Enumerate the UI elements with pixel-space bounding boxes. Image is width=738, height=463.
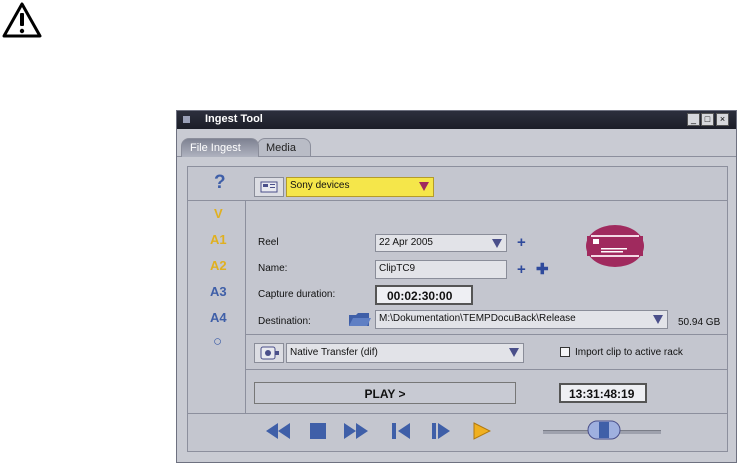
- track-a4[interactable]: A4: [210, 311, 227, 325]
- step-forward-icon[interactable]: [431, 421, 451, 441]
- minimize-button[interactable]: _: [687, 113, 700, 126]
- track-a1[interactable]: A1: [210, 233, 227, 247]
- free-space: 50.94 GB: [678, 317, 721, 328]
- transfer-settings-button[interactable]: [254, 343, 284, 363]
- chevron-down-icon: [419, 182, 429, 191]
- name-field[interactable]: ClipTC9: [375, 260, 507, 279]
- transfer-value: Native Transfer (dif): [290, 347, 378, 358]
- track-v[interactable]: V: [214, 207, 223, 221]
- track-a2[interactable]: A2: [210, 259, 227, 273]
- name-label: Name:: [258, 263, 288, 274]
- device-icon: [260, 181, 278, 193]
- warning-icon: [2, 2, 42, 38]
- fast-forward-icon[interactable]: [343, 421, 369, 441]
- play-icon[interactable]: [473, 421, 491, 441]
- transfer-icon: [260, 346, 279, 360]
- track-a3[interactable]: A3: [210, 285, 227, 299]
- destination-value: M:\Dokumentation\TEMPDocuBack\Release: [379, 313, 576, 324]
- window-title: Ingest Tool: [205, 113, 263, 125]
- reel-value: 22 Apr 2005: [379, 237, 433, 248]
- title-bar: Ingest Tool _ □ ×: [177, 111, 736, 129]
- folder-icon[interactable]: [347, 310, 371, 328]
- add-name-icon[interactable]: +: [517, 262, 526, 277]
- close-button[interactable]: ×: [716, 113, 729, 126]
- timecode-display: 13:31:48:19: [559, 383, 647, 403]
- tab-file-ingest[interactable]: File Ingest: [181, 138, 259, 157]
- capture-duration-field[interactable]: 00:02:30:00: [375, 285, 473, 305]
- tab-media[interactable]: Media: [257, 138, 311, 157]
- device-dropdown-value: Sony devices: [290, 180, 350, 191]
- help-icon[interactable]: ?: [214, 172, 226, 194]
- track-tc[interactable]: ○: [213, 334, 222, 349]
- stop-icon[interactable]: [309, 422, 327, 440]
- import-clip-checkbox[interactable]: [560, 347, 570, 357]
- capture-card-logo: [586, 225, 644, 267]
- ingest-tool-window: Ingest Tool _ □ × File Ingest Media ? So…: [176, 110, 737, 463]
- app-icon: [183, 116, 190, 123]
- chevron-down-icon: [653, 315, 663, 324]
- chevron-down-icon: [509, 348, 519, 357]
- tab-strip: File Ingest Media: [177, 129, 736, 157]
- reel-label: Reel: [258, 237, 279, 248]
- ingest-panel: ? Sony devices V A1 A2 A3 A4 ○ Reel 22 A…: [187, 166, 728, 452]
- import-clip-label: Import clip to active rack: [575, 347, 683, 358]
- rewind-icon[interactable]: [265, 421, 291, 441]
- device-settings-button[interactable]: [254, 177, 284, 197]
- maximize-button[interactable]: □: [701, 113, 714, 126]
- destination-label: Destination:: [258, 316, 311, 327]
- add-multiple-icon[interactable]: ✚: [536, 262, 549, 277]
- transfer-dropdown[interactable]: Native Transfer (dif): [286, 343, 524, 363]
- capture-duration-label: Capture duration:: [258, 289, 336, 300]
- step-back-icon[interactable]: [391, 421, 411, 441]
- play-button[interactable]: PLAY >: [254, 382, 516, 404]
- add-reel-icon[interactable]: +: [517, 235, 526, 250]
- destination-dropdown[interactable]: M:\Dokumentation\TEMPDocuBack\Release: [375, 310, 668, 329]
- reel-dropdown[interactable]: 22 Apr 2005: [375, 234, 507, 252]
- chevron-down-icon: [492, 239, 502, 248]
- shuttle-slider-handle[interactable]: [587, 420, 621, 440]
- device-dropdown[interactable]: Sony devices: [286, 177, 434, 197]
